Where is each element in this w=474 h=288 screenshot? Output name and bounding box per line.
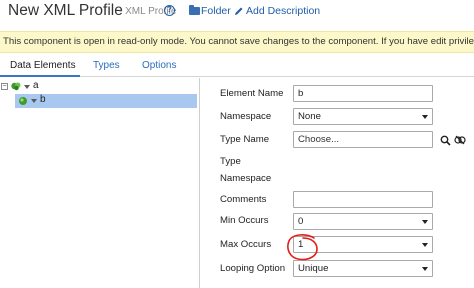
leaf-element-icon (19, 97, 27, 105)
min-occurs-value: 0 (298, 216, 304, 227)
element-name-label: Element Name (220, 88, 284, 99)
dropdown-arrow-icon (422, 267, 428, 271)
tab-types[interactable]: Types (93, 60, 120, 71)
type-namespace-label-line2: Namespace (220, 173, 272, 184)
clear-type-icon[interactable] (454, 134, 466, 146)
expand-caret-icon[interactable] (31, 99, 37, 103)
tree-node-label: a (33, 80, 39, 91)
tree-node-a[interactable]: − a (0, 80, 100, 94)
active-tab-indicator (0, 75, 80, 77)
help-icon[interactable]: ? (164, 5, 175, 16)
page-header: New XML Profile - XML Profile ? Folder A… (0, 0, 474, 26)
comments-field[interactable] (293, 191, 433, 208)
comments-label: Comments (220, 194, 267, 205)
tab-options[interactable]: Options (142, 60, 176, 71)
dropdown-arrow-icon (422, 243, 428, 247)
pencil-icon[interactable] (234, 6, 244, 16)
read-only-banner: This component is open in read-only mode… (0, 31, 474, 53)
red-circle-annotation (287, 234, 318, 261)
namespace-value: None (298, 111, 321, 122)
namespace-label: Namespace (220, 111, 272, 122)
dropdown-arrow-icon (422, 220, 428, 224)
dropdown-arrow-icon (422, 115, 428, 119)
expand-caret-icon[interactable] (24, 85, 30, 89)
element-node-icon (11, 82, 21, 91)
folder-icon[interactable] (189, 5, 200, 15)
tab-data-elements[interactable]: Data Elements (10, 60, 76, 71)
element-tree: − a b (0, 78, 200, 288)
looping-option-select[interactable]: Unique (293, 260, 433, 277)
max-occurs-label: Max Occurs (220, 239, 272, 250)
namespace-select[interactable]: None (293, 108, 433, 125)
collapse-toggle-icon[interactable]: − (1, 83, 8, 90)
add-description-link[interactable]: Add Description (246, 5, 320, 17)
search-icon[interactable] (440, 135, 451, 146)
type-name-field[interactable]: Choose... (293, 131, 433, 148)
page-title: New XML Profile (8, 2, 123, 19)
tab-bar: Data Elements Types Options (0, 57, 474, 77)
type-namespace-label-line1: Type (220, 156, 241, 167)
folder-link[interactable]: Folder (201, 5, 231, 17)
type-name-label: Type Name (220, 134, 270, 145)
tree-node-label: b (40, 94, 46, 105)
tree-node-b[interactable]: b (15, 94, 197, 108)
looping-option-label: Looping Option (220, 263, 286, 274)
element-name-field[interactable]: b (293, 85, 433, 102)
min-occurs-select[interactable]: 0 (293, 213, 433, 230)
min-occurs-label: Min Occurs (220, 215, 269, 226)
looping-option-value: Unique (298, 263, 329, 274)
